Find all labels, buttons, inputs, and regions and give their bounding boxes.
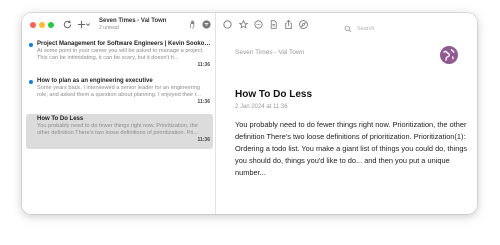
article-body: You probably need to do fewer things rig… xyxy=(235,120,468,177)
pointer-icon[interactable] xyxy=(187,19,198,30)
article-reader: Seven Times - Val Town How To Do Less 2 … xyxy=(216,37,477,214)
item-title: How To Do Less xyxy=(37,116,84,122)
maximize-window-button[interactable] xyxy=(48,22,54,28)
unread-dot xyxy=(29,80,33,84)
toolbar: Seven Times - Val Town 2 unread Search xyxy=(22,13,477,37)
globe-icon xyxy=(440,46,458,64)
feed-avatar xyxy=(440,46,458,64)
article-feed-name: Seven Times - Val Town xyxy=(235,49,305,56)
search-icon xyxy=(344,20,352,38)
star-icon[interactable] xyxy=(238,19,249,30)
item-excerpt: At some point in your career you will be… xyxy=(37,48,204,61)
item-excerpt: Some years back, I interviewed a senior … xyxy=(37,85,201,98)
article-list: Project Management for Software Engineer… xyxy=(22,37,215,214)
item-time: 11:36 xyxy=(197,99,210,105)
chevron-down-icon[interactable] xyxy=(85,19,91,30)
item-time: 11:36 xyxy=(197,137,210,143)
mark-read-circle-icon[interactable] xyxy=(222,19,233,30)
article-date: 2 Jan 2024 at 11:36 xyxy=(235,104,288,110)
item-time: 11:36 xyxy=(197,62,210,68)
compass-icon[interactable] xyxy=(298,19,309,30)
list-item[interactable]: Project Management for Software Engineer… xyxy=(26,39,213,74)
list-item[interactable]: How to plan as an engineering executive … xyxy=(26,76,213,111)
ellipsis-icon[interactable] xyxy=(253,19,264,30)
list-item-selected[interactable]: How To Do Less You probably need to do f… xyxy=(26,114,213,149)
unread-count: 2 unread xyxy=(99,25,119,31)
search-field[interactable]: Search xyxy=(344,20,374,38)
share-icon[interactable] xyxy=(283,19,294,30)
filter-icon[interactable] xyxy=(201,19,212,30)
unread-dot xyxy=(29,43,33,47)
search-placeholder: Search xyxy=(357,26,375,32)
app-window: Seven Times - Val Town 2 unread Search P… xyxy=(22,13,477,214)
item-excerpt: You probably need to do fewer things rig… xyxy=(37,123,199,136)
feed-title: Seven Times - Val Town xyxy=(99,18,167,24)
item-title: Project Management for Software Engineer… xyxy=(37,41,211,47)
document-icon[interactable] xyxy=(268,19,279,30)
article-title: How To Do Less xyxy=(235,89,313,100)
minimize-window-button[interactable] xyxy=(39,22,45,28)
item-title: How to plan as an engineering executive xyxy=(37,78,153,84)
close-window-button[interactable] xyxy=(30,22,36,28)
refresh-icon[interactable] xyxy=(62,19,73,30)
